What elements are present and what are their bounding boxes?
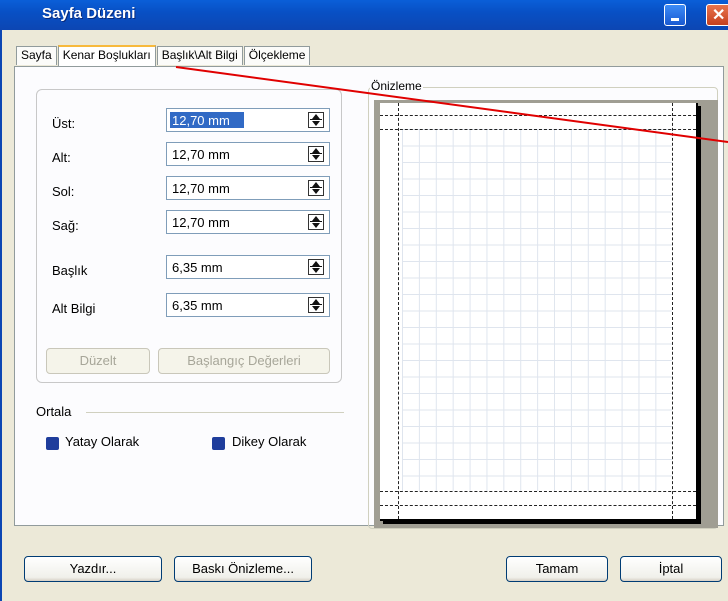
print-preview-button[interactable]: Baskı Önizleme... <box>174 556 312 582</box>
annotation-arrow <box>175 66 728 143</box>
cancel-button[interactable]: İptal <box>620 556 722 582</box>
ok-button[interactable]: Tamam <box>506 556 608 582</box>
print-button[interactable]: Yazdır... <box>24 556 162 582</box>
